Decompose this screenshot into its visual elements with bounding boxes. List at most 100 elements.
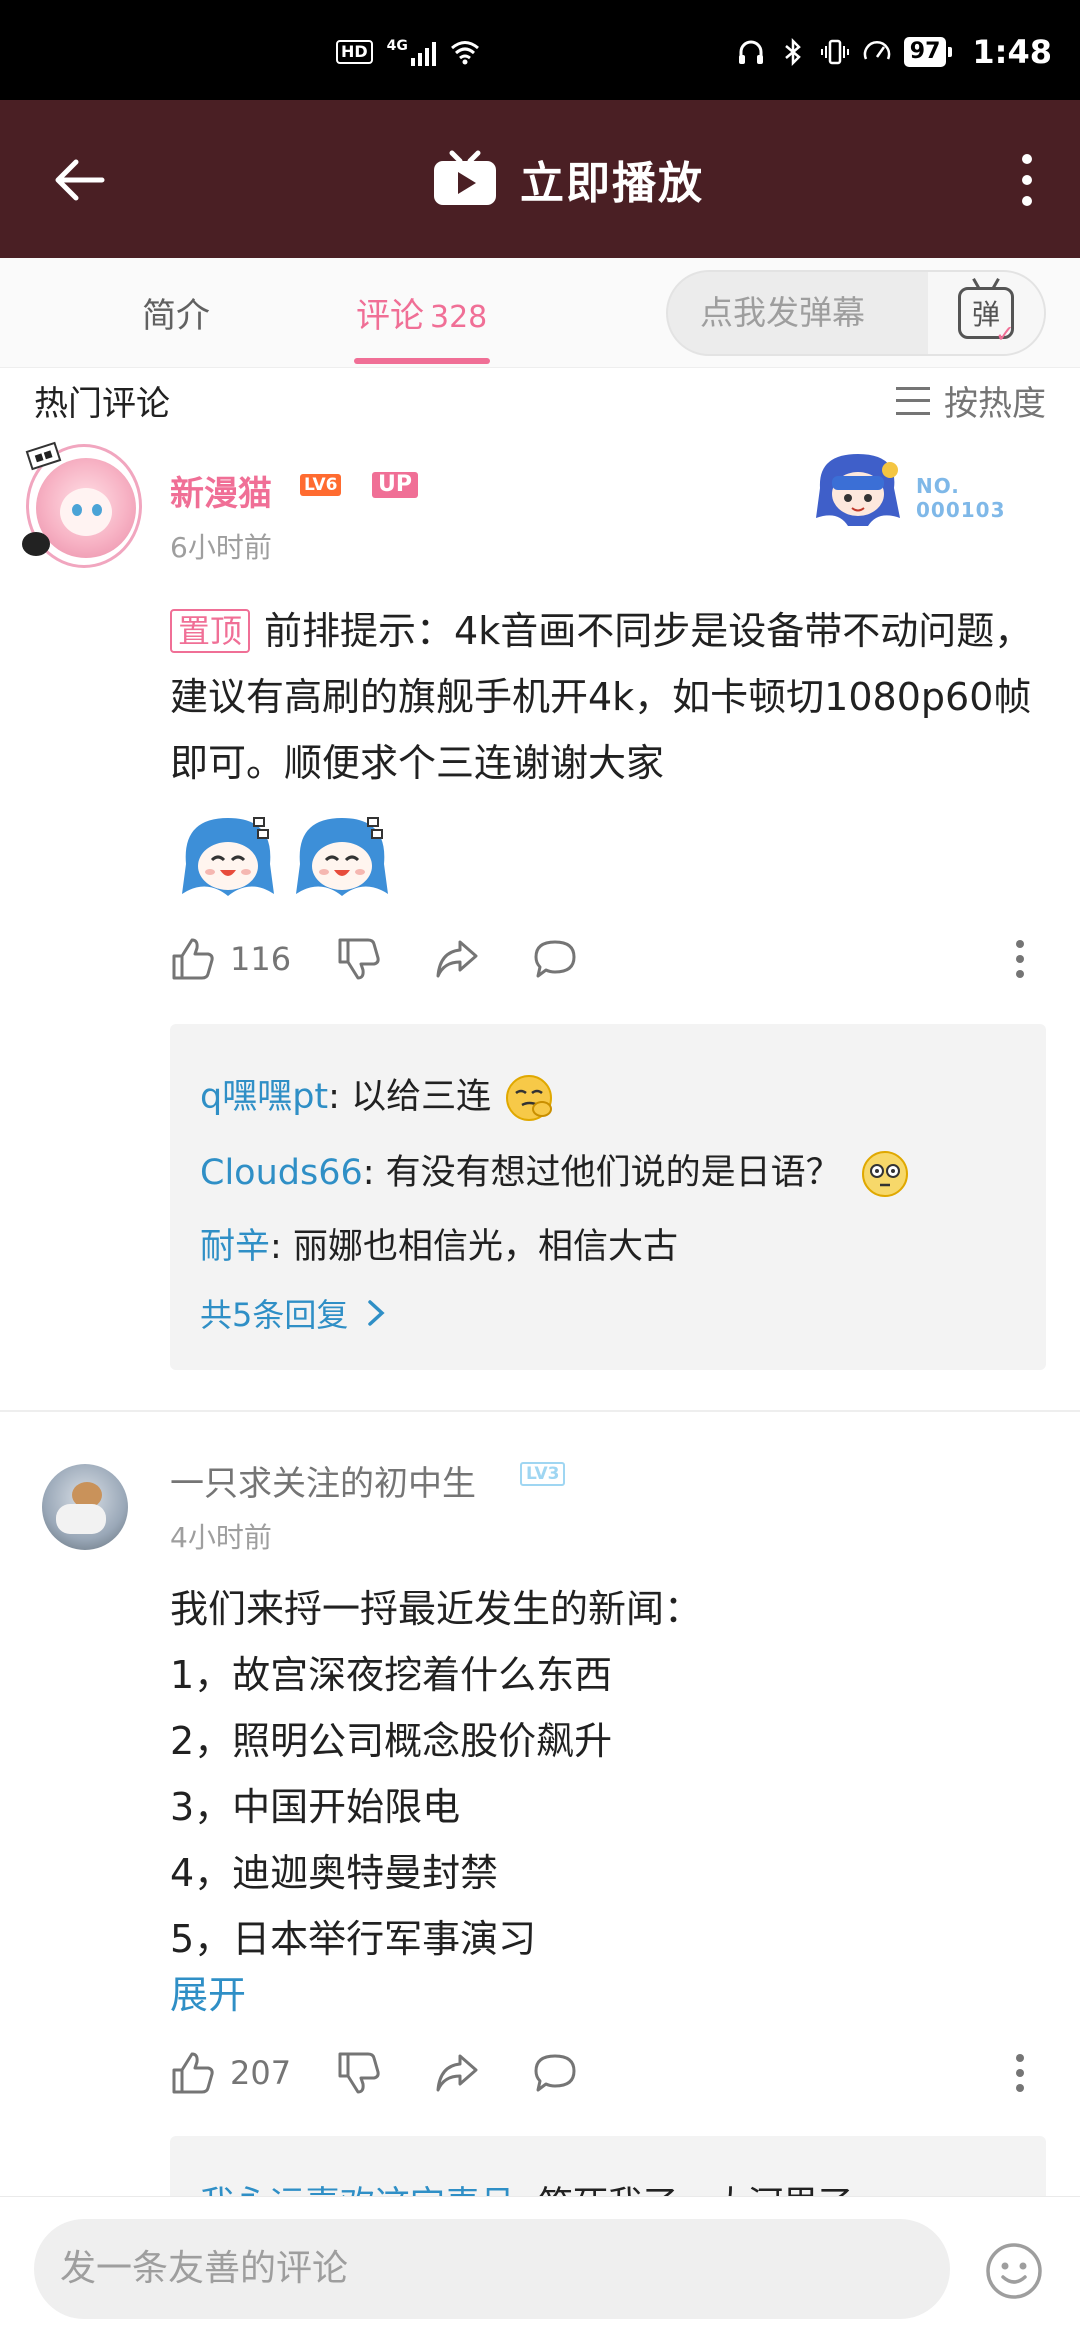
fan-badge-label: NO. <box>916 474 960 498</box>
reply-text: 以给三连 <box>351 1077 492 1117</box>
bluetooth-icon <box>784 37 801 67</box>
reply-text: 有没有想过他们说的是日语？ <box>385 1153 841 1193</box>
danmaku-entry: 点我发弹幕 弹 ✓ <box>666 270 1046 356</box>
comment-content: 置顶 前排提示：4k音画不同步是设备带不动问题，建议有高刷的旗舰手机开4k，如卡顿… <box>170 598 1050 796</box>
bottom-comment-bar: 发一条友善的评论 <box>0 2196 1080 2338</box>
comment-line: 3，中国开始限电 <box>170 1785 461 1829</box>
like-count: 116 <box>230 940 292 978</box>
sort-list-icon <box>896 386 930 415</box>
active-tab-indicator <box>354 358 490 364</box>
speed-meter-icon <box>863 41 891 60</box>
thumbs-down-icon <box>338 938 380 980</box>
comment-line: 2，照明公司概念股价飙升 <box>170 1719 613 1763</box>
sort-label: 按热度 <box>944 384 1046 424</box>
panda-icon <box>22 532 50 556</box>
tv-play-icon <box>434 150 496 205</box>
speech-bubble-icon <box>534 2054 576 2092</box>
app-header: 立即播放 <box>0 100 1080 258</box>
comment-text: 前排提示：4k音画不同步是设备带不动问题，建议有高刷的旗舰手机开4k，如卡顿切1… <box>170 609 1033 785</box>
up-badge: UP <box>372 472 418 498</box>
sticker-icon <box>296 817 388 896</box>
status-bar: HD 4G 97 1:48 <box>0 0 1080 100</box>
reply-preview-box[interactable]: q嘿嘿pt: 以给三连 Clouds66: 有没有想过他们说的是日语？ 耐辛: … <box>170 1024 1046 1370</box>
expand-comment-link[interactable]: 展开 <box>170 1964 246 2019</box>
hd-icon: HD <box>336 40 373 64</box>
fan-badge-value: 000103 <box>916 498 1006 522</box>
comment-line: 4，迪迦奥特曼封禁 <box>170 1851 499 1895</box>
share-arrow-icon <box>436 2054 478 2092</box>
pinned-badge: 置顶 <box>170 609 251 653</box>
reply-count-label: 共5条回复 <box>200 1296 349 1334</box>
thumbs-down-icon <box>338 2052 380 2094</box>
comment-content: 我们来捋一捋最近发生的新闻： 1，故宫深夜挖着什么东西 2，照明公司概念股价飙升… <box>170 1576 1050 1972</box>
level-badge: LV6 <box>300 474 342 496</box>
fan-badge-number: NO. 000103 <box>916 474 1006 522</box>
play-now-button[interactable]: 立即播放 <box>432 146 704 212</box>
comment-time: 6小时前 <box>170 531 272 564</box>
reply-button[interactable] <box>532 2048 578 2098</box>
reply-item: 耐辛: 丽娜也相信光，相信大古 <box>200 1227 678 1267</box>
share-button[interactable] <box>434 2048 480 2098</box>
like-button[interactable]: 116 <box>170 934 291 984</box>
tab-comments[interactable]: 评论 328 <box>356 288 487 337</box>
reply-text: 丽娜也相信光，相信大古 <box>292 1227 678 1267</box>
chevron-right-icon <box>368 1300 385 1326</box>
smug-face-emoji-icon <box>506 1075 553 1121</box>
header-title: 立即播放 <box>520 158 704 209</box>
battery-indicator: 97 <box>903 37 952 67</box>
sticker-icon <box>182 817 274 896</box>
comment-line: 我们来捋一捋最近发生的新闻： <box>170 1587 703 1631</box>
comment-line: 5，日本举行军事演习 <box>170 1917 537 1961</box>
reply-button[interactable] <box>532 934 578 984</box>
comment-more-icon[interactable] <box>1010 2048 1030 2098</box>
vibrate-icon <box>820 39 849 65</box>
danmaku-input[interactable]: 点我发弹幕 <box>668 272 930 354</box>
emoji-face-icon[interactable] <box>984 2241 1044 2301</box>
comment-actions: 207 <box>170 2044 1050 2104</box>
cellular-signal-icon: 4G <box>387 38 436 66</box>
thumbs-up-icon <box>172 2052 214 2094</box>
fan-badge-character-icon <box>816 454 900 526</box>
headphones-icon <box>738 40 763 64</box>
clock: 1:48 <box>972 33 1052 71</box>
back-arrow-icon[interactable] <box>52 152 108 208</box>
status-left-icons: HD 4G <box>336 36 480 68</box>
tab-bar: 简介 评论 328 点我发弹幕 弹 ✓ <box>0 258 1080 368</box>
reply-username[interactable]: q嘿嘿pt <box>200 1077 328 1117</box>
comment-actions: 116 <box>170 930 1050 990</box>
speech-bubble-icon <box>534 940 576 978</box>
comment-input[interactable]: 发一条友善的评论 <box>34 2219 950 2319</box>
like-button[interactable]: 207 <box>170 2048 291 2098</box>
comment-time: 4小时前 <box>170 1521 272 1554</box>
dislike-button[interactable] <box>336 2048 382 2098</box>
more-vertical-icon[interactable] <box>1014 150 1040 210</box>
tab-intro[interactable]: 简介 <box>142 288 210 337</box>
wifi-icon <box>450 41 479 65</box>
danmaku-toggle-button[interactable]: 弹 ✓ <box>928 272 1044 354</box>
dazed-face-emoji-icon <box>861 1151 908 1197</box>
comment-username[interactable]: 新漫猫 <box>170 466 272 515</box>
comment-divider <box>0 1410 1080 1412</box>
tab-comments-count: 328 <box>430 300 488 335</box>
reply-item: q嘿嘿pt: 以给三连 <box>200 1068 556 1125</box>
section-title: 热门评论 <box>34 384 170 424</box>
fan-badge[interactable]: NO. 000103 <box>808 448 1008 532</box>
reply-username[interactable]: 耐辛 <box>200 1227 270 1267</box>
hot-comments-header: 热门评论 按热度 <box>0 368 1080 430</box>
comment-more-icon[interactable] <box>1010 934 1030 984</box>
danmaku-icon: 弹 ✓ <box>958 287 1015 348</box>
check-icon: ✓ <box>995 320 1016 348</box>
thumbs-up-icon <box>172 938 214 980</box>
tab-comments-label: 评论 <box>356 296 424 336</box>
sort-by-hot-button[interactable]: 按热度 <box>896 376 1046 425</box>
comment-line: 1，故宫深夜挖着什么东西 <box>170 1653 613 1697</box>
status-right-icons: 97 1:48 <box>736 30 1052 74</box>
comment-username[interactable]: 一只求关注的初中生 <box>170 1456 476 1505</box>
view-all-replies-link[interactable]: 共5条回复 <box>200 1290 386 1336</box>
share-button[interactable] <box>434 934 480 984</box>
reply-username[interactable]: Clouds66 <box>200 1153 363 1193</box>
dislike-button[interactable] <box>336 934 382 984</box>
avatar[interactable] <box>42 1464 128 1550</box>
network-type: 4G <box>386 38 408 54</box>
level-badge: LV3 <box>520 1462 566 1486</box>
